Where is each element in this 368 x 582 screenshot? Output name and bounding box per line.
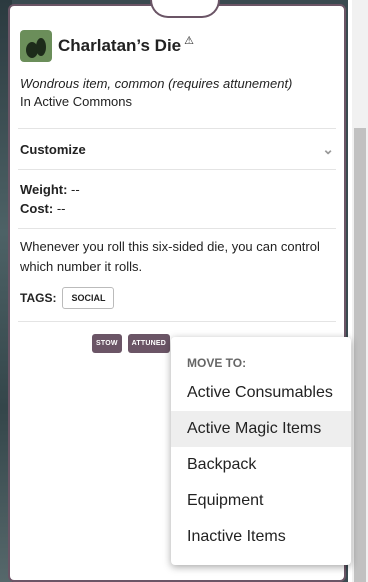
item-location: In Active Commons [20,94,132,109]
item-image-icon [20,30,52,62]
menu-item-active-consumables[interactable]: Active Consumables [171,375,351,411]
menu-item-equipment[interactable]: Equipment [171,483,351,519]
cost-label: Cost: [20,201,54,216]
menu-item-backpack[interactable]: Backpack [171,447,351,483]
item-header: Charlatan’s Die ⚠ [20,30,334,62]
menu-header: MOVE TO: [187,356,247,370]
attuned-button[interactable]: ATTUNED [127,334,170,353]
cost-stat: Cost: -- [20,201,334,216]
scrollbar-thumb[interactable] [354,128,366,582]
stow-button[interactable]: STOW [92,334,122,353]
item-subtitle: Wondrous item, common (requires attuneme… [20,76,293,91]
divider [18,169,336,170]
customize-label: Customize [20,141,86,157]
chevron-down-icon: ⌄ [322,140,334,157]
divider [18,321,336,322]
customize-toggle[interactable]: Customize ⌄ [20,129,334,169]
menu-item-inactive-items[interactable]: Inactive Items [171,519,351,555]
item-name: Charlatan’s Die [58,36,182,55]
scrollbar[interactable] [352,0,368,582]
move-to-menu: MOVE TO: Active Consumables Active Magic… [171,337,351,565]
warning-triangle-icon[interactable]: ⚠ [184,34,194,47]
weight-value: -- [71,182,80,197]
cost-value: -- [56,201,66,216]
menu-item-active-magic-items[interactable]: Active Magic Items [171,411,351,447]
weight-label: Weight: [20,182,68,197]
panel-notch [150,0,220,18]
tags-row: TAGS: SOCIAL [20,287,334,309]
divider [18,228,336,229]
weight-stat: Weight: -- [20,182,334,197]
tags-label: TAGS: [20,291,57,305]
tag-social: SOCIAL [62,287,115,309]
item-description: Whenever you roll this six-sided die, yo… [20,239,320,274]
